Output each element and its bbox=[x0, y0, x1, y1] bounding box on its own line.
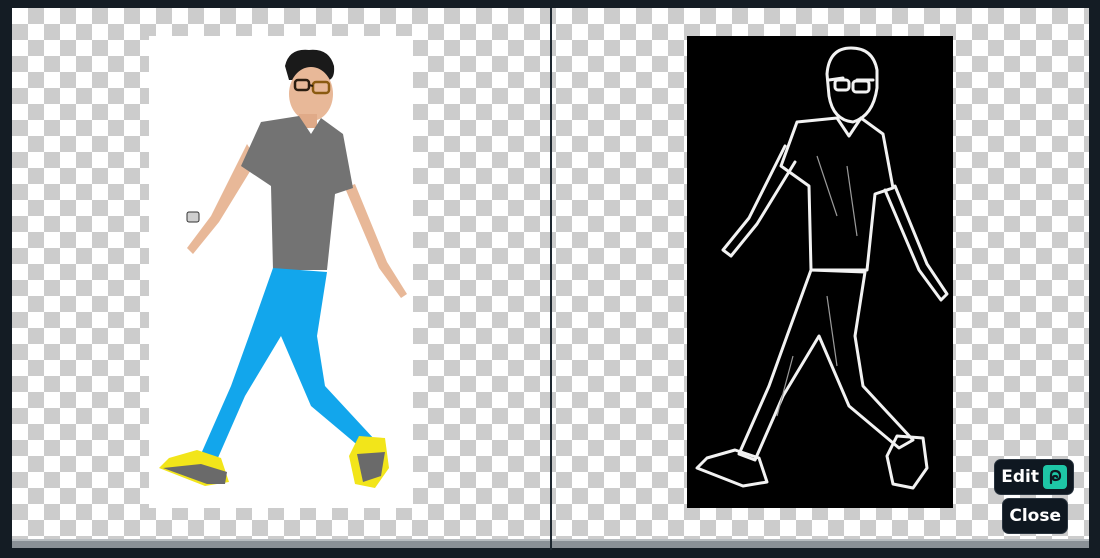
picsart-logo-icon bbox=[1043, 465, 1067, 489]
close-button[interactable]: Close bbox=[1002, 498, 1068, 534]
edit-label: Edit bbox=[1001, 467, 1039, 487]
walking-man-illustration bbox=[159, 49, 407, 488]
glow-edges-illustration bbox=[695, 46, 949, 490]
split-divider[interactable] bbox=[550, 8, 552, 539]
result-image bbox=[687, 36, 953, 508]
bottom-divider bbox=[550, 539, 552, 550]
close-label: Close bbox=[1009, 506, 1061, 526]
edit-button[interactable]: Edit bbox=[994, 459, 1074, 495]
image-comparison-viewer bbox=[12, 8, 1089, 539]
original-image bbox=[149, 36, 413, 508]
bottom-scrollbar[interactable] bbox=[12, 539, 1089, 550]
